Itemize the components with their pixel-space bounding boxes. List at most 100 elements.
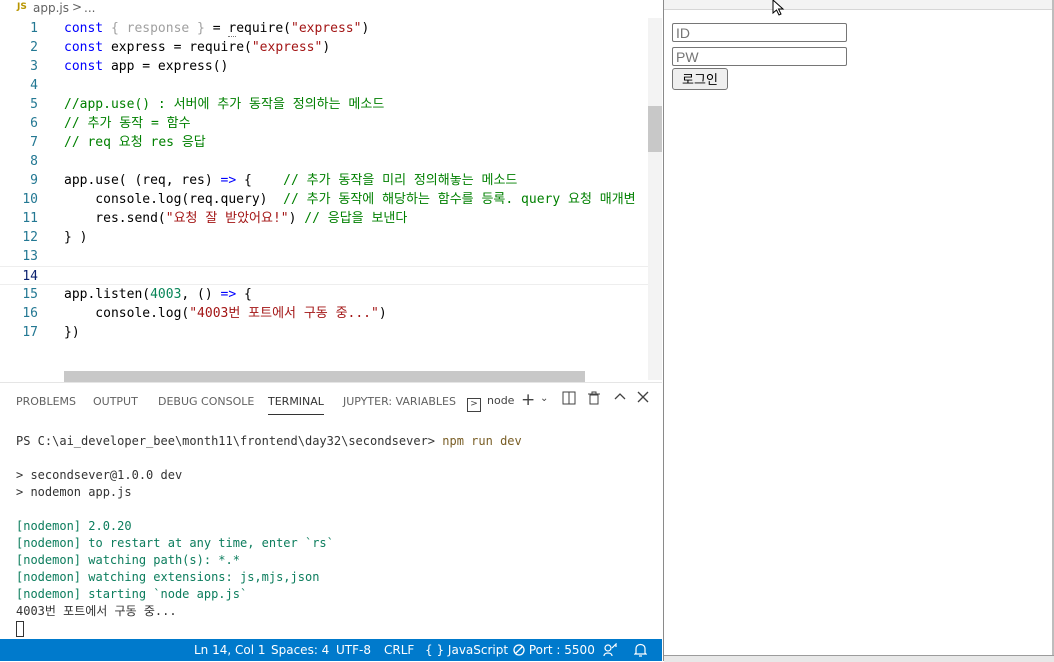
line-number: 14 <box>22 269 38 284</box>
code-token: { <box>244 287 252 302</box>
code-text: const { response } = require("express") <box>64 19 369 38</box>
plus-icon[interactable]: + <box>521 390 535 410</box>
code-line[interactable]: 8 <box>0 152 662 171</box>
code-token: 4003 <box>150 287 182 302</box>
code-token: const <box>64 59 111 74</box>
no-entry-icon <box>513 644 525 656</box>
code-token: const <box>64 40 111 55</box>
line-number: 16 <box>22 306 38 321</box>
tab-jupyter-variables[interactable]: JUPYTER: VARIABLES <box>343 395 456 408</box>
code-token: res.send( <box>64 211 166 226</box>
code-token: // 추가 동작에 해당하는 함수를 등록. query 요청 매개변 <box>283 192 636 207</box>
line-number: 5 <box>30 97 38 112</box>
status-eol[interactable]: CRLF <box>384 643 414 657</box>
tab-terminal[interactable]: TERMINAL <box>268 395 324 415</box>
line-number: 8 <box>30 154 38 169</box>
code-line[interactable]: 1 const { response } = require("express") <box>0 19 662 38</box>
id-input[interactable] <box>672 23 847 42</box>
code-token: // req 요청 res 응답 <box>64 135 206 150</box>
code-token: ) <box>322 40 331 55</box>
code-text: //app.use() : 서버에 추가 동작을 정의하는 메소드 <box>64 95 384 114</box>
code-editor[interactable]: 1 const { response } = require("express")… <box>0 18 662 380</box>
bell-icon[interactable] <box>633 643 648 660</box>
code-text: const express = require("express") <box>64 38 330 57</box>
editor-scroll-thumb[interactable] <box>648 106 662 152</box>
status-language-label: JavaScript <box>447 643 509 657</box>
line-number: 13 <box>22 249 38 264</box>
code-token: // 추가 동작을 미리 정의해놓는 메소드 <box>283 173 518 188</box>
terminal-selector[interactable]: > node <box>467 394 514 412</box>
line-number: 11 <box>22 211 38 226</box>
breadcrumb: JS app.js > ... <box>0 0 662 16</box>
chevron-up-icon[interactable] <box>614 391 626 407</box>
feedback-icon[interactable] <box>603 642 617 660</box>
code-token: } ) <box>64 230 88 245</box>
code-line[interactable]: 5 //app.use() : 서버에 추가 동작을 정의하는 메소드 <box>0 95 662 114</box>
code-text: }) <box>64 323 80 342</box>
line-number: 4 <box>30 78 38 93</box>
code-token: { <box>244 173 284 188</box>
login-button[interactable]: 로그인 <box>672 68 728 90</box>
bottom-panel: PROBLEMS OUTPUT DEBUG CONSOLE TERMINAL J… <box>0 382 662 639</box>
code-token: console.log(req.query) <box>64 192 284 207</box>
code-token: , () <box>181 287 221 302</box>
terminal-line: 4003번 포트에서 구동 중... <box>16 604 177 618</box>
braces-icon: { } <box>425 643 445 657</box>
line-number: 9 <box>30 173 38 188</box>
tab-problems[interactable]: PROBLEMS <box>16 395 76 408</box>
breadcrumb-ellipsis[interactable]: ... <box>84 1 95 15</box>
breadcrumb-separator: > <box>72 0 83 14</box>
close-icon[interactable] <box>637 391 649 407</box>
code-line[interactable]: 6 // 추가 동작 = 함수 <box>0 114 662 133</box>
code-line[interactable]: 12} ) <box>0 228 662 247</box>
status-indentation[interactable]: Spaces: 4 <box>271 643 329 657</box>
code-text: console.log(req.query) // 추가 동작에 해당하는 함수… <box>64 190 636 209</box>
editor-horizontal-scrollbar[interactable] <box>64 371 585 382</box>
code-text: // req 요청 res 응답 <box>64 133 206 152</box>
split-icon[interactable] <box>562 391 576 409</box>
code-line[interactable]: 2 const express = require("express") <box>0 38 662 57</box>
code-token: }) <box>64 325 80 340</box>
code-line[interactable]: 11 res.send("요청 잘 받았어요!") // 응답을 보낸다 <box>0 209 662 228</box>
code-line[interactable]: 3 const app = express() <box>0 57 662 76</box>
code-token: "요청 잘 받았어요!" <box>165 211 289 226</box>
code-line[interactable]: 10 console.log(req.query) // 추가 동작에 해당하는… <box>0 190 662 209</box>
code-token: express = require( <box>110 40 252 55</box>
terminal-icon: > <box>467 398 481 412</box>
terminal-line: [nodemon] starting `node app.js` <box>16 587 248 601</box>
chevron-down-icon[interactable]: ⌄ <box>540 393 548 404</box>
line-number: 15 <box>22 287 38 302</box>
status-encoding[interactable]: UTF-8 <box>336 643 371 657</box>
code-line[interactable]: 9 app.use( (req, res) => { // 추가 동작을 미리 정… <box>0 171 662 190</box>
code-text: } ) <box>64 228 87 247</box>
password-input[interactable] <box>672 47 847 66</box>
terminal-line: [nodemon] watching path(s): *.* <box>16 553 240 567</box>
code-token: ) <box>378 306 387 321</box>
editor-vertical-scrollbar[interactable] <box>648 18 662 380</box>
line-number: 2 <box>30 40 38 55</box>
trash-icon[interactable] <box>587 391 601 409</box>
tab-debug-console[interactable]: DEBUG CONSOLE <box>158 395 254 408</box>
code-line[interactable]: 7 // req 요청 res 응답 <box>0 133 662 152</box>
code-line[interactable]: 14 <box>0 266 662 285</box>
status-cursor-position[interactable]: Ln 14, Col 1 <box>194 643 266 657</box>
code-text: app.use( (req, res) => { // 추가 동작을 미리 정의… <box>64 171 517 190</box>
code-line[interactable]: 16 console.log("4003번 포트에서 구동 중...") <box>0 304 662 323</box>
status-live-server[interactable]: Port : 5500 <box>513 643 595 657</box>
status-language[interactable]: { } JavaScript <box>425 643 508 657</box>
terminal-name: node <box>487 394 515 407</box>
code-line[interactable]: 15 app.listen(4003, () => { <box>0 285 662 304</box>
tab-output[interactable]: OUTPUT <box>93 395 138 408</box>
code-line[interactable]: 17}) <box>0 323 662 342</box>
code-line[interactable]: 4 <box>0 76 662 95</box>
code-token: { response } <box>110 21 213 36</box>
line-number: 3 <box>30 59 38 74</box>
code-token: app = express() <box>110 59 229 74</box>
terminal-output[interactable]: PS C:\ai_developer_bee\month11\frontend\… <box>16 433 656 639</box>
terminal-command: npm run dev <box>442 434 522 448</box>
mouse-pointer-icon <box>772 0 785 16</box>
terminal-line: > secondsever@1.0.0 dev <box>16 468 183 482</box>
line-number: 7 <box>30 135 38 150</box>
code-line[interactable]: 13 <box>0 247 662 266</box>
breadcrumb-file[interactable]: app.js <box>33 1 69 15</box>
